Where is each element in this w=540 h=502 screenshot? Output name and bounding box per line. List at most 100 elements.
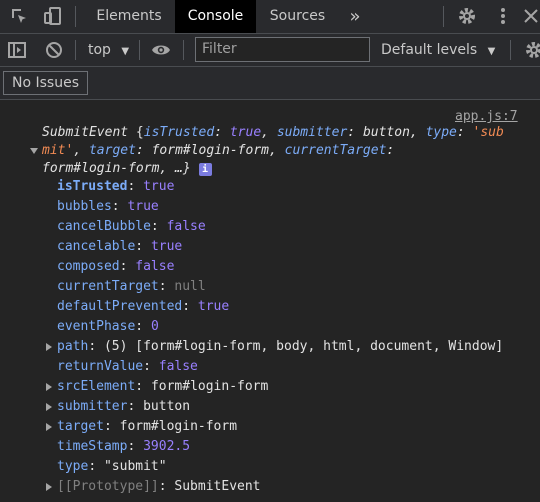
summary-value: form#login-form bbox=[42, 161, 160, 176]
console-settings-gear-icon[interactable] bbox=[524, 40, 540, 60]
expand-triangle-icon[interactable] bbox=[46, 343, 52, 351]
property-value: true bbox=[127, 199, 159, 214]
property-value: false bbox=[166, 219, 206, 234]
summary-value: form#login-form bbox=[151, 143, 269, 158]
event-summary-line: mit', target: form#login-form, currentTa… bbox=[42, 143, 395, 158]
property-value: form#login-form bbox=[119, 419, 238, 434]
property-defaultPrevented: defaultPrevented: true bbox=[57, 299, 230, 314]
property-value: null bbox=[174, 279, 206, 294]
property-key: srcElement bbox=[57, 379, 136, 394]
array-item: form#login-form bbox=[143, 339, 261, 354]
property-submitter: submitter: button bbox=[57, 399, 191, 414]
property-eventPhase: eventPhase: 0 bbox=[57, 319, 159, 334]
dropdown-arrow-icon: ▼ bbox=[121, 46, 130, 57]
summary-key: submitter bbox=[276, 125, 348, 140]
summary-key: type bbox=[425, 125, 457, 140]
no-issues-button[interactable]: No Issues bbox=[3, 71, 88, 95]
array-item: document bbox=[370, 339, 433, 354]
property-composed: composed: false bbox=[57, 259, 175, 274]
inspect-element-icon[interactable] bbox=[9, 6, 29, 26]
property-returnValue: returnValue: false bbox=[57, 359, 198, 374]
console-toolbar: top ▼ Filter Default levels ▼ bbox=[0, 34, 540, 67]
summary-value: 'sub bbox=[472, 125, 504, 140]
show-sidebar-icon[interactable] bbox=[7, 40, 27, 60]
property-value: false bbox=[158, 359, 198, 374]
device-toolbar-icon[interactable] bbox=[43, 6, 63, 26]
class-name: SubmitEvent bbox=[42, 125, 129, 140]
property-key: composed bbox=[57, 259, 120, 274]
property-value: form#login-form bbox=[150, 379, 269, 394]
property-value: SubmitEvent bbox=[174, 479, 261, 494]
property-key: defaultPrevented bbox=[57, 299, 183, 314]
tab-console[interactable]: Console bbox=[175, 0, 256, 33]
property-key: path bbox=[57, 339, 89, 354]
property-key: eventPhase bbox=[57, 319, 136, 334]
property-value: true bbox=[150, 239, 183, 254]
expand-triangle-icon[interactable] bbox=[46, 403, 52, 411]
property-key: submitter bbox=[57, 399, 128, 414]
summary-key: isTrusted bbox=[143, 125, 215, 140]
expand-triangle-icon[interactable] bbox=[46, 383, 52, 391]
property-type: type: "submit" bbox=[57, 459, 167, 474]
event-summary-line: SubmitEvent {isTrusted: true, submitter:… bbox=[42, 125, 504, 140]
gear-icon[interactable] bbox=[457, 6, 477, 26]
brace-close: , …} bbox=[159, 161, 191, 176]
array-item: body bbox=[276, 339, 308, 354]
divider bbox=[75, 6, 76, 27]
array-count: (5) bbox=[103, 339, 128, 354]
property-key: bubbles bbox=[57, 199, 112, 214]
expand-triangle-icon[interactable] bbox=[46, 483, 52, 491]
dropdown-arrow-icon: ▼ bbox=[487, 46, 496, 57]
eye-icon[interactable] bbox=[151, 40, 171, 60]
property-currentTarget: currentTarget: null bbox=[57, 279, 206, 294]
more-tabs-button[interactable]: » bbox=[341, 0, 369, 33]
brace-open: { bbox=[128, 125, 144, 140]
divider bbox=[75, 40, 76, 60]
property-value: "submit" bbox=[103, 459, 167, 474]
property-value: 3902.5 bbox=[143, 439, 191, 454]
property-key: cancelBubble bbox=[57, 219, 151, 234]
more-options-icon[interactable] bbox=[493, 6, 513, 26]
property-value: false bbox=[135, 259, 175, 274]
property-cancelable: cancelable: true bbox=[57, 239, 183, 254]
array-item: html bbox=[323, 339, 355, 354]
property-value: true bbox=[197, 299, 230, 314]
array-item: Window bbox=[448, 339, 496, 354]
property-value: true bbox=[143, 179, 175, 194]
property-key: type bbox=[57, 459, 89, 474]
summary-value: mit' bbox=[42, 143, 74, 158]
property-target: target: form#login-form bbox=[57, 419, 238, 434]
info-icon[interactable]: i bbox=[198, 163, 212, 176]
filter-input[interactable]: Filter bbox=[195, 37, 370, 62]
property-key: returnValue bbox=[57, 359, 144, 374]
summary-key: currentTarget bbox=[284, 143, 387, 158]
property-key: cancelable bbox=[57, 239, 136, 254]
event-summary-line: form#login-form, …} i bbox=[42, 160, 212, 178]
issues-bar: No Issues bbox=[0, 67, 540, 100]
devtools-tab-bar: Elements Console Sources » bbox=[0, 0, 540, 34]
divider bbox=[139, 40, 140, 60]
property-value: button bbox=[143, 399, 191, 414]
collapse-triangle-icon[interactable] bbox=[30, 148, 38, 154]
clear-console-icon[interactable] bbox=[44, 40, 64, 60]
property-key: target bbox=[57, 419, 104, 434]
context-label: top bbox=[88, 42, 111, 58]
context-selector[interactable]: top ▼ bbox=[88, 34, 129, 66]
summary-value: button bbox=[362, 125, 410, 140]
property-key: currentTarget bbox=[57, 279, 159, 294]
close-icon[interactable] bbox=[521, 6, 540, 26]
property-key: [[Prototype]] bbox=[57, 479, 159, 494]
property-srcElement: srcElement: form#login-form bbox=[57, 379, 269, 394]
log-levels-dropdown[interactable]: Default levels ▼ bbox=[381, 34, 495, 66]
log-levels-label: Default levels bbox=[381, 42, 478, 58]
expand-triangle-icon[interactable] bbox=[46, 423, 52, 431]
property-bubbles: bubbles: true bbox=[57, 199, 159, 214]
property-path: path: (5) [form#login-form, body, html, … bbox=[57, 339, 504, 354]
tab-elements[interactable]: Elements bbox=[86, 0, 172, 33]
property-value: 0 bbox=[150, 319, 159, 334]
property-key: isTrusted bbox=[57, 179, 128, 194]
tab-sources[interactable]: Sources bbox=[260, 0, 335, 33]
property-prototype: [[Prototype]]: SubmitEvent bbox=[57, 479, 261, 494]
property-timeStamp: timeStamp: 3902.5 bbox=[57, 439, 191, 454]
property-isTrusted: isTrusted: true bbox=[57, 179, 175, 194]
